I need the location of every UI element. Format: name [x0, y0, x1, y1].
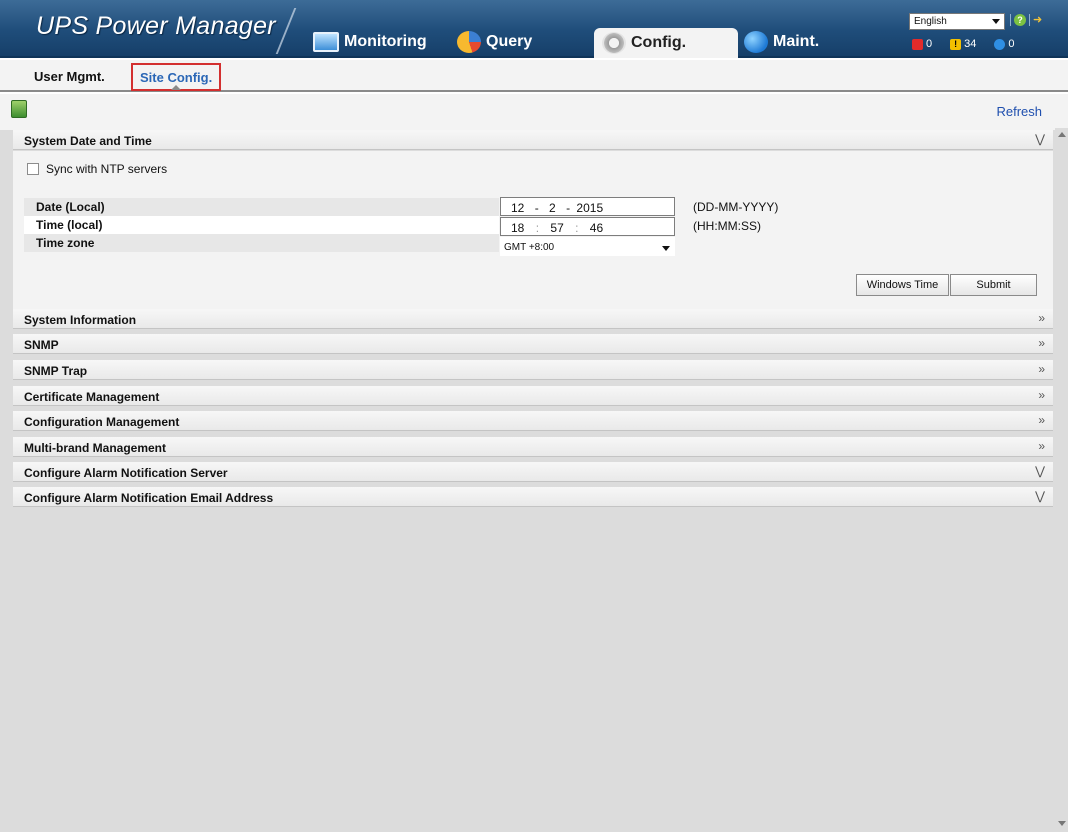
scroll-up-icon[interactable] [1058, 132, 1066, 137]
sub-tab-bar: User Mgmt. Site Config. [0, 60, 1068, 92]
tab-monitoring[interactable]: Monitoring [313, 26, 427, 58]
tab-user-mgmt[interactable]: User Mgmt. [34, 69, 105, 84]
section-configuration-management[interactable]: Configuration Management » [13, 411, 1053, 431]
major-alarm-icon: ! [950, 38, 962, 50]
active-tab-caret-icon [171, 85, 181, 90]
chevron-down-icon [662, 246, 670, 251]
section-title: Configuration Management [24, 415, 180, 429]
monitor-icon [313, 32, 339, 52]
divider [1029, 14, 1030, 26]
critical-alarm-icon [912, 38, 923, 50]
time-minute[interactable]: 57 [550, 221, 563, 235]
scroll-down-icon[interactable] [1058, 821, 1066, 826]
date-time-panel: Sync with NTP servers Date (Local) Time … [13, 151, 1053, 309]
collapse-icon[interactable]: ⋁ [1035, 489, 1045, 503]
section-title: SNMP Trap [24, 364, 88, 378]
expand-icon[interactable]: » [1038, 311, 1045, 325]
top-header: UPS Power Manager Monitoring Query Confi… [0, 0, 1068, 58]
pie-chart-icon [457, 31, 481, 53]
section-title: SNMP [24, 338, 59, 352]
section-title: System Information [24, 313, 137, 327]
timezone-value: GMT +8:00 [504, 242, 555, 253]
tab-maint[interactable]: Maint. [744, 26, 819, 58]
date-day[interactable]: 12 [511, 201, 524, 215]
header-actions: ? ➜ [1010, 14, 1045, 26]
time-hour[interactable]: 18 [511, 221, 524, 235]
timezone-select[interactable]: GMT +8:00 [500, 237, 675, 256]
logo-divider [275, 8, 297, 54]
submit-button[interactable]: Submit [950, 274, 1037, 296]
date-separator: - [534, 201, 539, 215]
expand-icon[interactable]: » [1038, 336, 1045, 350]
tab-config-label: Config. [631, 34, 687, 51]
help-icon[interactable]: ? [1014, 14, 1026, 26]
section-snmp-trap[interactable]: SNMP Trap » [13, 360, 1053, 380]
time-format-hint: (HH:MM:SS) [693, 219, 761, 233]
tab-config[interactable]: Config. [594, 28, 738, 58]
tab-query-label: Query [486, 33, 533, 50]
date-format-hint: (DD-MM-YYYY) [693, 200, 779, 214]
date-label: Date (Local) [24, 198, 499, 216]
expand-icon[interactable]: » [1038, 362, 1045, 376]
major-alarm-count[interactable]: ! 34 [950, 38, 976, 50]
export-icon[interactable] [11, 100, 27, 118]
section-snmp[interactable]: SNMP » [13, 334, 1053, 354]
date-year[interactable]: 2015 [576, 201, 603, 215]
section-title: Configure Alarm Notification Server [24, 466, 228, 480]
section-multi-brand-management[interactable]: Multi-brand Management » [13, 437, 1053, 457]
date-separator: - [566, 201, 571, 215]
expand-icon[interactable]: » [1038, 413, 1045, 427]
critical-alarm-count[interactable]: 0 [912, 38, 932, 50]
time-separator: : [575, 221, 579, 235]
section-title: System Date and Time [24, 134, 152, 148]
section-alarm-notification-server[interactable]: Configure Alarm Notification Server ⋁ [13, 462, 1053, 482]
content-area: Refresh System Date and Time ⋁ Sync with… [0, 94, 1068, 832]
section-title: Multi-brand Management [24, 441, 167, 455]
language-value: English [914, 16, 947, 27]
minor-alarm-icon [994, 38, 1006, 50]
tab-site-config[interactable]: Site Config. [131, 63, 221, 91]
critical-alarm-value: 0 [926, 38, 933, 50]
collapse-icon[interactable]: ⋁ [1035, 132, 1045, 146]
language-select[interactable]: English [909, 13, 1005, 30]
time-label: Time (local) [24, 216, 499, 234]
major-alarm-value: 34 [964, 38, 977, 50]
section-alarm-notification-email[interactable]: Configure Alarm Notification Email Addre… [13, 487, 1053, 507]
ntp-sync-option[interactable]: Sync with NTP servers [27, 162, 167, 176]
section-title: Certificate Management [24, 390, 160, 404]
ntp-sync-label: Sync with NTP servers [46, 162, 168, 176]
alarm-summary: 0 ! 34 0 [912, 38, 1033, 50]
section-system-date-time[interactable]: System Date and Time ⋁ [13, 130, 1053, 150]
tab-monitoring-label: Monitoring [344, 33, 427, 50]
app-title: UPS Power Manager [36, 12, 276, 40]
globe-icon [744, 31, 768, 53]
gear-icon [602, 32, 626, 54]
time-second[interactable]: 46 [590, 221, 603, 235]
section-system-information[interactable]: System Information » [13, 309, 1053, 329]
date-month[interactable]: 2 [549, 201, 556, 215]
refresh-link[interactable]: Refresh [996, 104, 1042, 119]
chevron-down-icon [992, 19, 1000, 24]
minor-alarm-value: 0 [1008, 38, 1015, 50]
time-field[interactable]: 18 : 57 : 46 [500, 217, 675, 236]
collapse-icon[interactable]: ⋁ [1035, 464, 1045, 478]
section-certificate-management[interactable]: Certificate Management » [13, 386, 1053, 406]
vertical-scrollbar[interactable] [1055, 128, 1068, 832]
ntp-sync-checkbox[interactable] [27, 163, 39, 175]
time-separator: : [535, 221, 540, 235]
logout-icon[interactable]: ➜ [1033, 14, 1045, 26]
date-field[interactable]: 12 - 2 - 2015 [500, 197, 675, 216]
expand-icon[interactable]: » [1038, 439, 1045, 453]
expand-icon[interactable]: » [1038, 388, 1045, 402]
timezone-label: Time zone [24, 234, 499, 252]
section-title: Configure Alarm Notification Email Addre… [24, 491, 274, 505]
minor-alarm-count[interactable]: 0 [994, 38, 1015, 50]
divider [1010, 14, 1011, 26]
tab-maint-label: Maint. [773, 33, 820, 50]
tab-query[interactable]: Query [457, 26, 532, 58]
tab-site-config-label: Site Config. [140, 70, 213, 85]
windows-time-button[interactable]: Windows Time [856, 274, 949, 296]
toolbar: Refresh [0, 94, 1068, 130]
